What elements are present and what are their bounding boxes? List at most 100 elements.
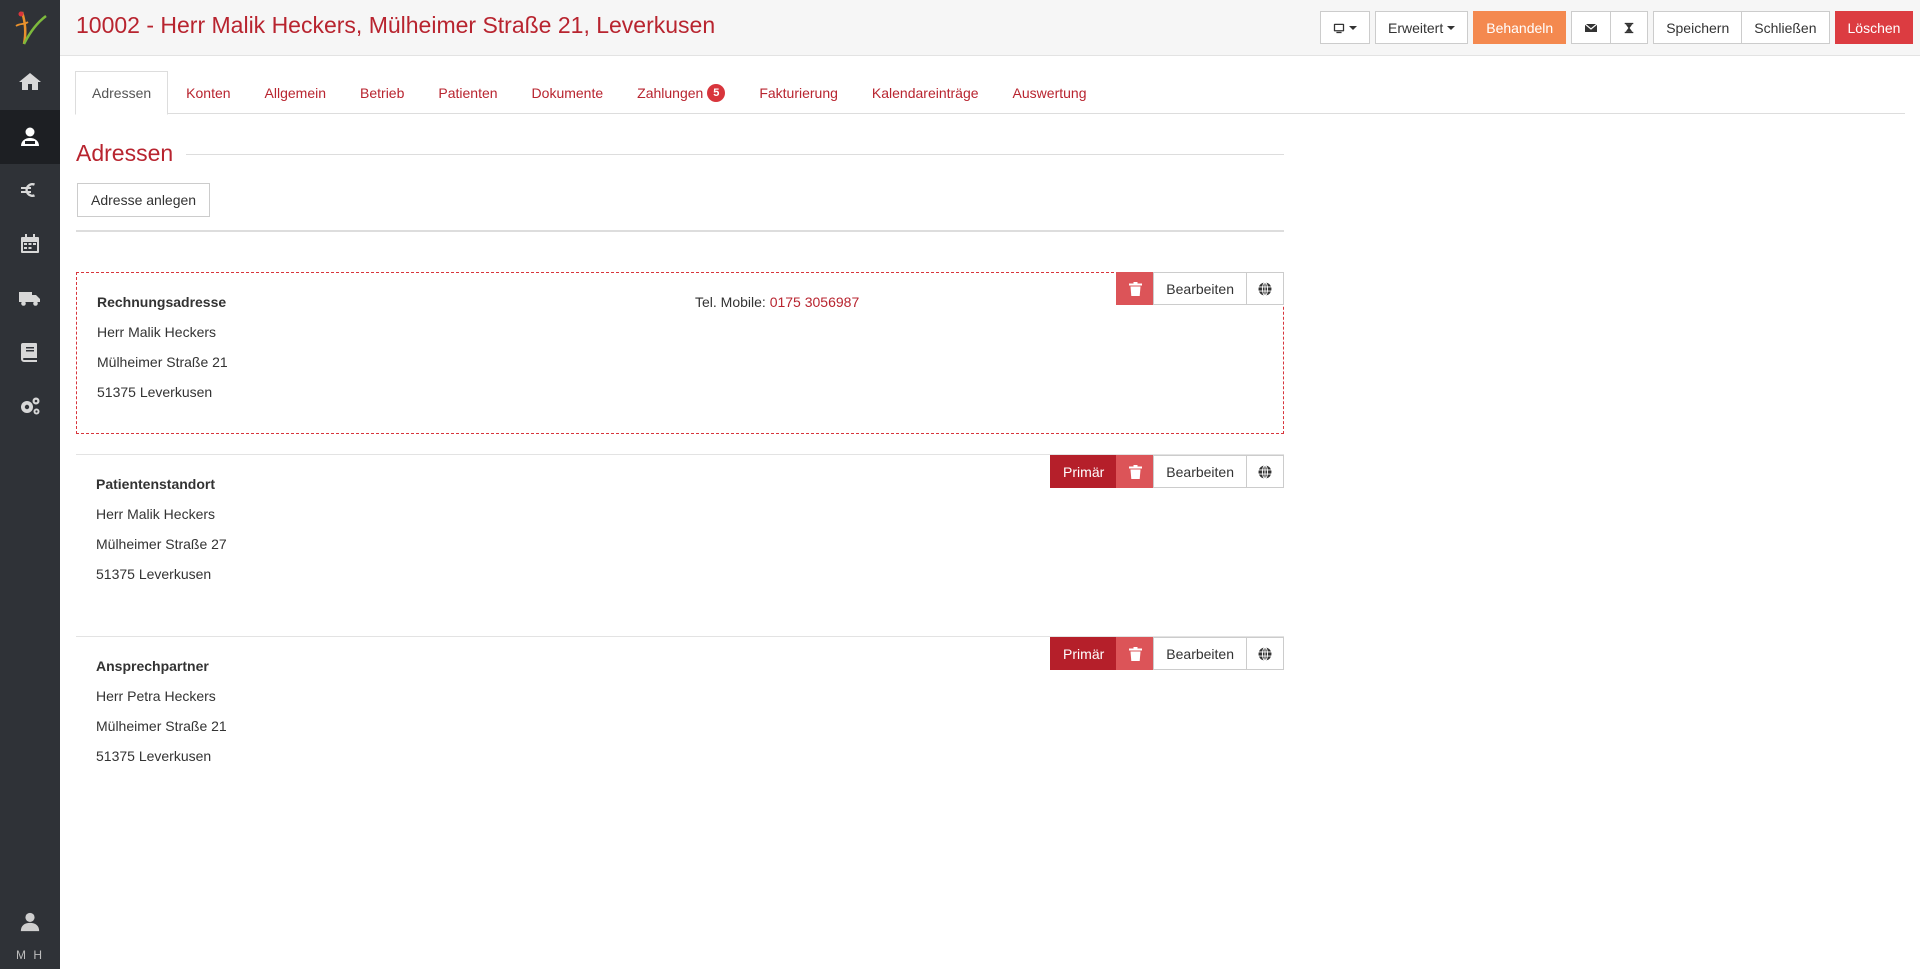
payments-count-badge: 5 <box>707 83 726 102</box>
page-title: 10002 - Herr Malik Heckers, Mülheimer St… <box>76 12 716 38</box>
user-icon <box>20 912 40 932</box>
sidebar-item-customers[interactable] <box>0 110 60 164</box>
map-button[interactable] <box>1246 455 1284 488</box>
map-button[interactable] <box>1246 637 1284 670</box>
tab-evaluation[interactable]: Auswertung <box>997 71 1103 114</box>
tab-documents[interactable]: Dokumente <box>516 71 620 114</box>
tab-label: Allgemein <box>264 84 327 101</box>
customer-icon <box>21 127 39 146</box>
email-button[interactable] <box>1571 11 1612 44</box>
tab-label: Kalendareinträge <box>871 84 979 101</box>
delete-address-button[interactable] <box>1116 455 1155 488</box>
trash-icon <box>1128 464 1142 479</box>
address-name: Herr Malik Heckers <box>96 506 216 522</box>
euro-icon <box>21 183 35 197</box>
address-type: Ansprechpartner <box>96 658 209 674</box>
trash-icon <box>1128 646 1142 661</box>
content-divider <box>76 230 1284 232</box>
app-logo[interactable] <box>8 6 52 48</box>
phone-label: Tel. Mobile: <box>695 294 766 310</box>
card-actions: Bearbeiten <box>1116 272 1284 305</box>
section-divider <box>186 154 1284 155</box>
timer-button[interactable] <box>1610 11 1649 44</box>
tab-bar: Adressen Konten Allgemein Betrieb Patien… <box>75 71 1905 115</box>
sidebar: M H <box>0 0 60 969</box>
phone-link[interactable]: 0175 3056987 <box>770 294 860 310</box>
edit-address-button[interactable]: Bearbeiten <box>1153 637 1247 670</box>
address-type: Patientenstandort <box>96 476 216 492</box>
card-actions: Primär Bearbeiten <box>1050 637 1284 670</box>
delete-address-button[interactable] <box>1116 272 1155 305</box>
address-card-patient-location: Patientenstandort Herr Malik Heckers Mül… <box>76 454 1284 617</box>
sidebar-item-calendar[interactable] <box>0 217 60 271</box>
address-street: Mülheimer Straße 27 <box>96 536 227 552</box>
address-street: Mülheimer Straße 21 <box>97 354 228 370</box>
user-profile[interactable] <box>0 902 60 942</box>
tab-payments[interactable]: Zahlungen 5 <box>621 71 741 114</box>
treat-button[interactable]: Behandeln <box>1473 11 1567 44</box>
globe-icon <box>1258 464 1272 479</box>
tab-calendar-entries[interactable]: Kalendareinträge <box>856 71 995 114</box>
tab-general[interactable]: Allgemein <box>249 71 342 114</box>
advanced-label: Erweitert <box>1388 19 1444 36</box>
set-primary-button[interactable]: Primär <box>1050 637 1118 670</box>
envelope-icon <box>1584 23 1598 32</box>
sidebar-item-logistics[interactable] <box>0 271 60 325</box>
tab-label: Fakturierung <box>759 84 838 101</box>
edit-address-button[interactable]: Bearbeiten <box>1153 272 1247 305</box>
sidebar-item-settings[interactable] <box>0 379 60 433</box>
tablet-icon <box>1333 23 1345 33</box>
calendar-icon <box>21 234 39 253</box>
address-type: Rechnungsadresse <box>97 294 227 310</box>
add-address-button[interactable]: Adresse anlegen <box>77 183 211 217</box>
chevron-down-icon <box>1447 25 1456 30</box>
set-primary-button[interactable]: Primär <box>1050 455 1118 488</box>
address-street: Mülheimer Straße 21 <box>96 718 227 734</box>
sidebar-item-documents[interactable] <box>0 325 60 379</box>
tab-patients[interactable]: Patienten <box>422 71 513 114</box>
save-button[interactable]: Speichern <box>1653 11 1743 44</box>
map-button[interactable] <box>1246 272 1284 305</box>
tab-label: Zahlungen <box>637 84 704 101</box>
edit-address-button[interactable]: Bearbeiten <box>1153 455 1247 488</box>
sidebar-item-finance[interactable] <box>0 163 60 217</box>
phone-info: Tel. Mobile: 0175 3056987 <box>695 294 859 310</box>
tab-addresses[interactable]: Adressen <box>75 71 169 115</box>
close-button[interactable]: Schließen <box>1741 11 1830 44</box>
card-actions: Primär Bearbeiten <box>1050 455 1284 488</box>
tab-label: Konten <box>186 84 231 101</box>
home-icon <box>19 73 41 90</box>
globe-icon <box>1258 281 1272 296</box>
globe-icon <box>1258 646 1272 661</box>
tab-accounts[interactable]: Konten <box>170 71 246 114</box>
address-card-contact-person: Ansprechpartner Herr Petra Heckers Mülhe… <box>76 636 1284 799</box>
page-header: 10002 - Herr Malik Heckers, Mülheimer St… <box>60 0 1920 56</box>
address-city: 51375 Leverkusen <box>96 748 212 764</box>
device-dropdown-button[interactable] <box>1320 11 1370 44</box>
address-name: Herr Petra Heckers <box>96 688 216 704</box>
tab-label: Patienten <box>438 84 498 101</box>
address-city: 51375 Leverkusen <box>96 566 212 582</box>
section-title: Adressen <box>76 140 174 166</box>
delete-address-button[interactable] <box>1116 637 1155 670</box>
chevron-down-icon <box>1349 25 1357 30</box>
tab-label: Adressen <box>92 85 152 101</box>
sidebar-item-home[interactable] <box>0 55 60 109</box>
delete-button[interactable]: Löschen <box>1834 11 1914 44</box>
address-name: Herr Malik Heckers <box>97 324 217 340</box>
advanced-dropdown-button[interactable]: Erweitert <box>1375 11 1469 44</box>
tab-label: Betrieb <box>360 84 405 101</box>
tab-invoicing[interactable]: Fakturierung <box>743 71 854 114</box>
tab-label: Dokumente <box>531 84 604 101</box>
settings-icon <box>21 397 40 415</box>
trash-icon <box>1128 281 1142 296</box>
hourglass-icon <box>1624 22 1634 33</box>
address-card-billing: Rechnungsadresse Herr Malik Heckers Mülh… <box>76 272 1284 434</box>
address-city: 51375 Leverkusen <box>97 384 213 400</box>
user-initials: M H <box>16 948 44 962</box>
tab-business[interactable]: Betrieb <box>344 71 420 114</box>
tab-label: Auswertung <box>1012 84 1087 101</box>
book-icon <box>21 343 37 362</box>
toolbar: Erweitert Behandeln Speichern Schließen … <box>1320 11 1914 44</box>
truck-icon <box>19 292 40 306</box>
